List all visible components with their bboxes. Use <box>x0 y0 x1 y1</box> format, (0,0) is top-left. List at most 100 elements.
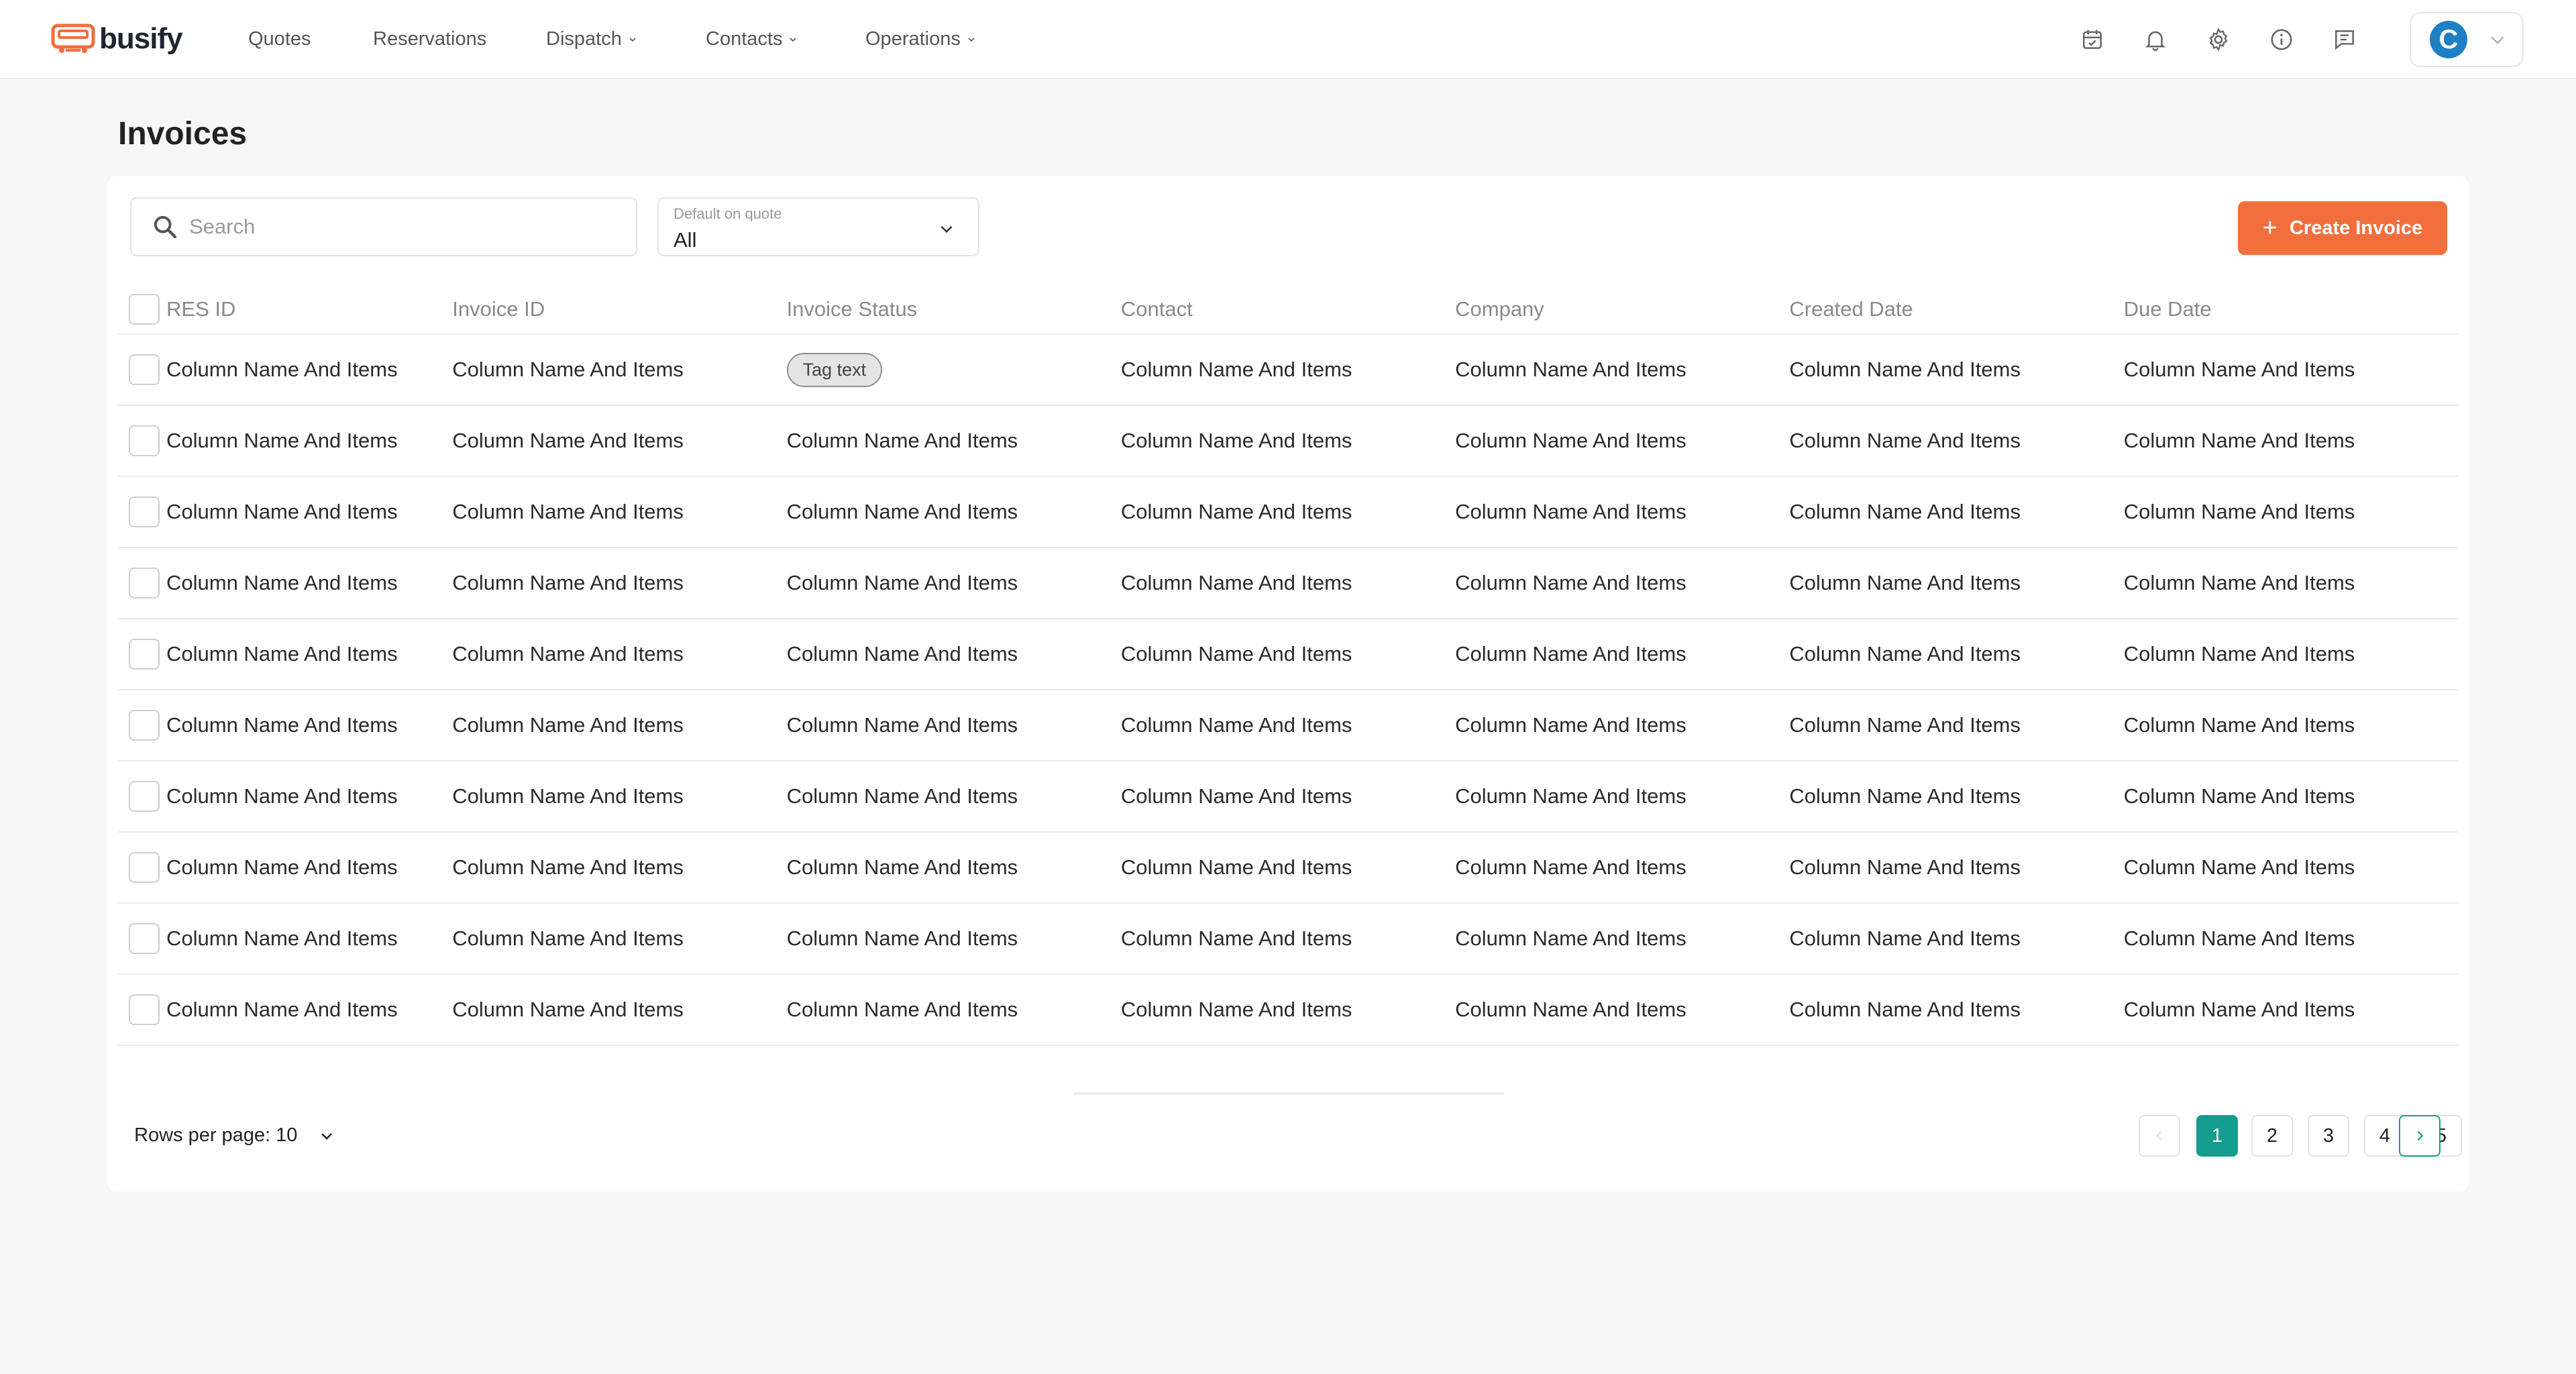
invoices-table: RES ID Invoice ID Invoice Status Contact… <box>118 284 2458 1046</box>
nav-operations[interactable]: Operations <box>865 28 975 50</box>
row-checkbox[interactable] <box>129 852 160 883</box>
table-cell: Column Name And Items <box>1120 903 1456 975</box>
table-cell: Column Name And Items <box>786 476 1121 548</box>
table-cell: Column Name And Items <box>1120 974 1456 1046</box>
row-checkbox[interactable] <box>129 354 160 385</box>
table-cell: Column Name And Items <box>2123 903 2458 975</box>
row-checkbox[interactable] <box>129 923 160 954</box>
next-page-button[interactable] <box>2399 1115 2440 1157</box>
busify-logo[interactable]: busify <box>51 20 183 58</box>
header-label: RES ID <box>166 297 236 321</box>
search-box[interactable] <box>130 197 637 256</box>
message-icon[interactable] <box>2328 23 2361 56</box>
table-cell: Tag text <box>786 334 1121 406</box>
gear-icon[interactable] <box>2202 23 2235 56</box>
nav-dispatch-label: Dispatch <box>546 28 622 50</box>
chevron-down-icon <box>941 225 953 233</box>
table-cell: Column Name And Items <box>118 619 453 690</box>
header-invoice-status[interactable]: Invoice Status <box>786 284 1121 335</box>
table-cell: Column Name And Items <box>118 547 453 619</box>
table-cell: Column Name And Items <box>1455 903 1790 975</box>
table-row[interactable]: Column Name And Items Column Name And Ite… <box>118 547 2458 619</box>
header-res-id: RES ID <box>118 284 453 335</box>
cell-text: Column Name And Items <box>166 642 398 666</box>
row-checkbox[interactable] <box>129 568 160 598</box>
table-cell: Column Name And Items <box>786 690 1121 761</box>
table-row[interactable]: Column Name And Items Column Name And Ite… <box>118 903 2458 975</box>
table-cell: Column Name And Items <box>1789 619 2124 690</box>
nav-contacts-label: Contacts <box>706 28 783 50</box>
table-cell: Column Name And Items <box>118 761 453 833</box>
table-cell: Column Name And Items <box>1455 690 1790 761</box>
row-checkbox[interactable] <box>129 496 160 527</box>
table-cell: Column Name And Items <box>786 547 1121 619</box>
nav-reservations[interactable]: Reservations <box>373 28 486 50</box>
table-row[interactable]: Column Name And Items Column Name And Ite… <box>118 974 2458 1046</box>
table-cell: Column Name And Items <box>118 974 453 1046</box>
header-company[interactable]: Company <box>1455 284 1790 335</box>
table-cell: Column Name And Items <box>118 476 453 548</box>
nav-dispatch[interactable]: Dispatch <box>546 28 637 50</box>
page-button[interactable]: 3 <box>2308 1115 2349 1157</box>
select-all-checkbox[interactable] <box>129 293 160 325</box>
table-cell: Column Name And Items <box>1120 619 1456 690</box>
quote-filter-select[interactable]: Default on quote All <box>657 197 979 256</box>
calendar-check-icon[interactable] <box>2076 23 2109 56</box>
search-input[interactable] <box>189 215 619 239</box>
nav-quotes[interactable]: Quotes <box>248 28 311 50</box>
table-cell: Column Name And Items <box>1455 832 1790 904</box>
search-icon <box>154 215 177 239</box>
row-checkbox[interactable] <box>129 639 160 670</box>
cell-text: Column Name And Items <box>166 713 398 737</box>
header-contact[interactable]: Contact <box>1120 284 1456 335</box>
page-button[interactable]: 2 <box>2251 1115 2293 1157</box>
pagination: 1 2 3 4 5 <box>107 1115 2469 1157</box>
table-cell: Column Name And Items <box>1789 690 2124 761</box>
cell-text: Column Name And Items <box>166 571 398 594</box>
table-cell: Column Name And Items <box>2123 334 2458 406</box>
header-created-date[interactable]: Created Date <box>1789 284 2124 335</box>
table-row[interactable]: Column Name And Items Column Name And Ite… <box>118 334 2458 406</box>
table-cell: Column Name And Items <box>2123 690 2458 761</box>
user-menu[interactable]: C <box>2410 12 2524 67</box>
bus-logo-icon <box>51 23 95 53</box>
page-button[interactable]: 1 <box>2196 1115 2238 1157</box>
cell-text: Column Name And Items <box>166 500 398 523</box>
bell-icon[interactable] <box>2139 23 2172 56</box>
table-cell: Column Name And Items <box>118 334 453 406</box>
avatar: C <box>2430 21 2467 58</box>
table-row[interactable]: Column Name And Items Column Name And Ite… <box>118 619 2458 690</box>
header-due-date[interactable]: Due Date <box>2123 284 2458 335</box>
table-cell: Column Name And Items <box>452 832 787 904</box>
create-invoice-button[interactable]: + Create Invoice <box>2238 201 2447 255</box>
row-checkbox[interactable] <box>129 710 160 741</box>
cell-text: Column Name And Items <box>166 784 398 808</box>
table-row[interactable]: Column Name And Items Column Name And Ite… <box>118 761 2458 833</box>
table-row[interactable]: Column Name And Items Column Name And Ite… <box>118 832 2458 904</box>
table-cell: Column Name And Items <box>1455 476 1790 548</box>
table-cell: Column Name And Items <box>452 974 787 1046</box>
info-icon[interactable] <box>2265 23 2298 56</box>
row-checkbox[interactable] <box>129 781 160 812</box>
table-cell: Column Name And Items <box>1789 476 2124 548</box>
table-cell: Column Name And Items <box>786 832 1121 904</box>
cell-text: Column Name And Items <box>166 927 398 950</box>
table-cell: Column Name And Items <box>1120 476 1456 548</box>
row-checkbox[interactable] <box>129 425 160 456</box>
table-row[interactable]: Column Name And Items Column Name And Ite… <box>118 476 2458 548</box>
page-title: Invoices <box>118 116 248 152</box>
table-cell: Column Name And Items <box>2123 832 2458 904</box>
table-cell: Column Name And Items <box>1789 334 2124 406</box>
header-invoice-id[interactable]: Invoice ID <box>452 284 787 335</box>
create-invoice-label: Create Invoice <box>2289 217 2423 239</box>
row-checkbox[interactable] <box>129 994 160 1025</box>
table-cell: Column Name And Items <box>1455 547 1790 619</box>
table-row[interactable]: Column Name And Items Column Name And Ite… <box>118 690 2458 761</box>
table-cell: Column Name And Items <box>452 903 787 975</box>
table-cell: Column Name And Items <box>118 903 453 975</box>
nav-contacts[interactable]: Contacts <box>706 28 797 50</box>
nav-quotes-label: Quotes <box>248 28 311 50</box>
table-row[interactable]: Column Name And Items Column Name And Ite… <box>118 405 2458 477</box>
horizontal-scrollbar[interactable] <box>1073 1092 1504 1095</box>
prev-page-button[interactable] <box>2139 1115 2180 1157</box>
